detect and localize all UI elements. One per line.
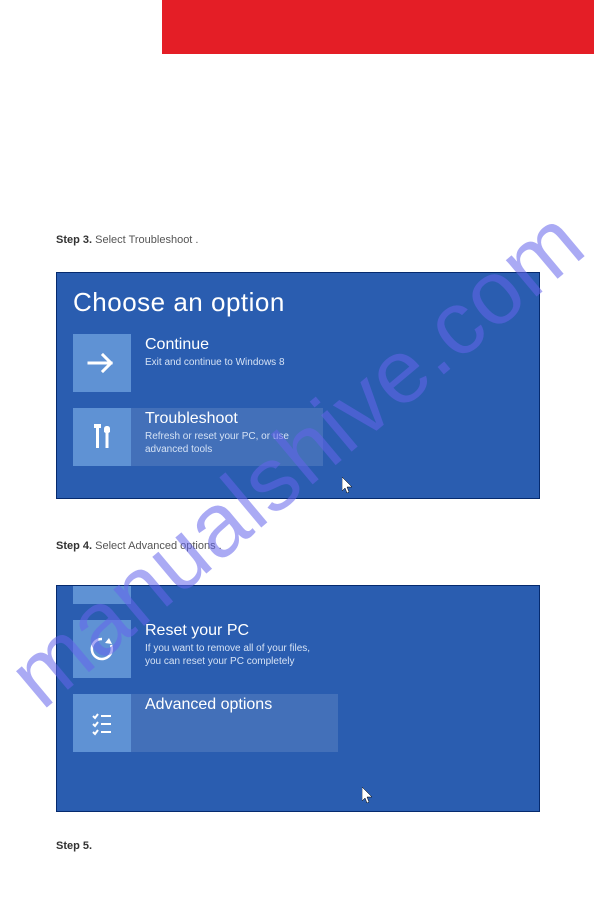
troubleshoot-tile[interactable]: Troubleshoot Refresh or reset your PC, o… xyxy=(73,408,323,466)
continue-title: Continue xyxy=(145,336,285,354)
reset-tile[interactable]: Reset your PC If you want to remove all … xyxy=(57,620,539,694)
cursor-icon xyxy=(362,787,374,805)
step-5-label: Step 5. xyxy=(56,840,92,852)
advanced-text: Advanced options xyxy=(131,694,272,714)
refresh-tile[interactable]: refresh it without losing your files xyxy=(57,585,539,620)
step-3: Step 3. Select Troubleshoot . xyxy=(56,232,546,249)
troubleshoot-title: Troubleshoot xyxy=(145,410,315,428)
tools-icon xyxy=(73,408,131,466)
reset-icon xyxy=(73,620,131,678)
step-4-text: Select Advanced options . xyxy=(95,540,222,552)
step-4: Step 4. Select Advanced options . xyxy=(56,538,546,555)
continue-desc: Exit and continue to Windows 8 xyxy=(145,356,285,369)
refresh-icon xyxy=(73,585,131,604)
troubleshoot-desc: Refresh or reset your PC, or use advance… xyxy=(145,430,315,456)
step-3-label: Step 3. xyxy=(56,234,92,246)
reset-desc: If you want to remove all of your files,… xyxy=(145,642,315,668)
continue-tile[interactable]: Continue Exit and continue to Windows 8 xyxy=(57,334,539,408)
step-3-text: Select Troubleshoot . xyxy=(95,234,198,246)
cursor-icon xyxy=(342,477,354,495)
continue-text: Continue Exit and continue to Windows 8 xyxy=(131,334,285,369)
panel-title: Choose an option xyxy=(57,273,539,334)
reset-title: Reset your PC xyxy=(145,622,315,640)
advanced-title: Advanced options xyxy=(145,696,272,714)
reset-text: Reset your PC If you want to remove all … xyxy=(131,620,315,668)
header-red-bar xyxy=(162,0,594,54)
advanced-options-tile[interactable]: Advanced options xyxy=(73,694,338,752)
step-5: Step 5. xyxy=(56,838,546,855)
choose-option-panel: Choose an option Continue Exit and conti… xyxy=(56,272,540,499)
troubleshoot-panel: refresh it without losing your files Res… xyxy=(56,585,540,812)
troubleshoot-text: Troubleshoot Refresh or reset your PC, o… xyxy=(131,408,315,456)
checklist-icon xyxy=(73,694,131,752)
arrow-right-icon xyxy=(73,334,131,392)
step-4-label: Step 4. xyxy=(56,540,92,552)
